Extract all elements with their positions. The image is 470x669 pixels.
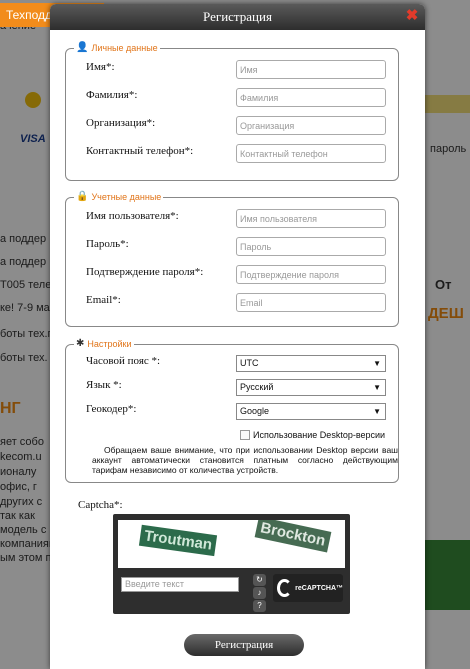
captcha-label: Captcha*: xyxy=(78,499,123,511)
username-input[interactable] xyxy=(236,209,386,228)
first-name-label: Имя*: xyxy=(86,61,115,73)
captcha-input[interactable]: Введите текст xyxy=(121,577,239,592)
captcha-widget: Troutman Brockton Введите текст ↻ ♪ ? re… xyxy=(113,514,350,614)
audio-icon[interactable]: ♪ xyxy=(253,587,266,599)
personal-legend: 👤 Личные данные xyxy=(74,42,160,53)
captcha-word: Troutman xyxy=(138,524,218,557)
refresh-icon[interactable]: ↻ xyxy=(253,574,266,586)
timezone-label: Часовой пояс *: xyxy=(86,355,161,367)
password-label: Пароль*: xyxy=(86,238,129,250)
checkbox-box[interactable] xyxy=(240,430,250,440)
register-button[interactable]: Регистрация xyxy=(184,634,304,656)
organization-input[interactable] xyxy=(236,116,386,135)
geocoder-select[interactable]: Google ▼ xyxy=(236,403,386,420)
modal-title: Регистрация xyxy=(203,9,272,24)
help-icon[interactable]: ? xyxy=(253,600,266,612)
settings-legend: ✱ Настройки xyxy=(74,338,134,349)
organization-label: Организация*: xyxy=(86,117,156,129)
first-name-input[interactable] xyxy=(236,60,386,79)
close-icon[interactable]: ✖ xyxy=(405,9,419,24)
dropdown-arrow-icon: ▼ xyxy=(373,383,381,392)
account-data-group: 🔒 Учетные данные Имя пользователя*: Паро… xyxy=(65,191,399,327)
recaptcha-ring-icon xyxy=(277,579,293,597)
email-label: Email*: xyxy=(86,294,121,306)
timezone-select[interactable]: UTC ▼ xyxy=(236,355,386,372)
registration-modal: Регистрация ✖ 👤 Личные данные Имя*: Фами… xyxy=(50,4,425,669)
tools-icon: ✱ xyxy=(76,338,85,349)
lock-icon: 🔒 xyxy=(76,191,89,202)
username-label: Имя пользователя*: xyxy=(86,210,179,222)
language-select[interactable]: Русский ▼ xyxy=(236,379,386,396)
captcha-word: Brockton xyxy=(254,520,332,553)
desktop-note: Обращаем ваше внимание, что при использо… xyxy=(92,445,398,475)
email-input[interactable] xyxy=(236,293,386,312)
password-input[interactable] xyxy=(236,237,386,256)
modal-header: Регистрация ✖ xyxy=(50,4,425,30)
dropdown-arrow-icon: ▼ xyxy=(373,359,381,368)
dropdown-arrow-icon: ▼ xyxy=(373,407,381,416)
recaptcha-logo: reCAPTCHA™ xyxy=(273,574,343,602)
personal-data-group: 👤 Личные данные Имя*: Фамилия*: Организа… xyxy=(65,42,399,181)
password-confirm-label: Подтверждение пароля*: xyxy=(86,266,204,278)
last-name-input[interactable] xyxy=(236,88,386,107)
language-label: Язык *: xyxy=(86,379,122,391)
account-legend: 🔒 Учетные данные xyxy=(74,191,164,202)
last-name-label: Фамилия*: xyxy=(86,89,138,101)
password-confirm-input[interactable] xyxy=(236,265,386,284)
settings-group: ✱ Настройки Часовой пояс *: UTC ▼ Язык *:… xyxy=(65,338,399,483)
captcha-image: Troutman Brockton xyxy=(118,520,345,568)
phone-label: Контактный телефон*: xyxy=(86,145,194,157)
phone-input[interactable] xyxy=(236,144,386,163)
user-icon: 👤 xyxy=(76,42,89,53)
geocoder-label: Геокодер*: xyxy=(86,403,137,415)
desktop-version-checkbox[interactable]: Использование Desktop-версии xyxy=(240,430,385,440)
